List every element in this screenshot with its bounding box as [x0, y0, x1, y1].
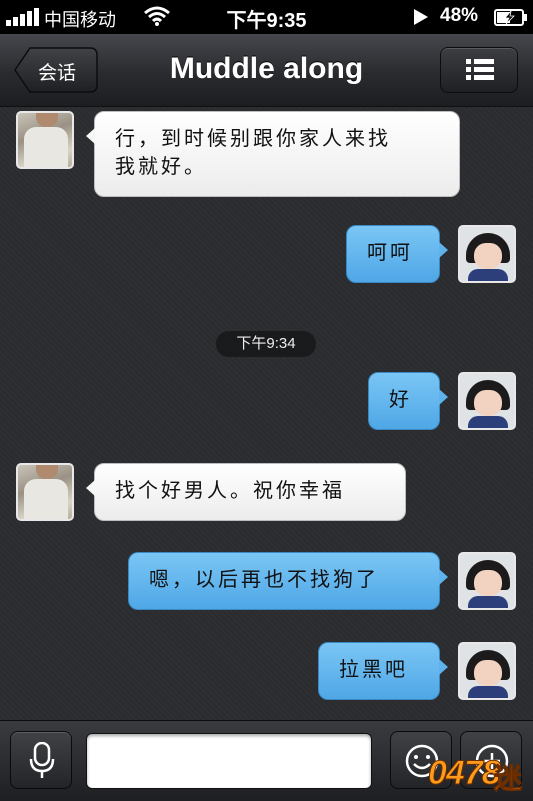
list-icon — [466, 59, 494, 80]
play-icon — [414, 9, 428, 25]
battery-percentage: 48% — [440, 5, 479, 26]
outgoing-message-bubble[interactable]: 好 — [368, 372, 448, 430]
my-avatar[interactable] — [458, 642, 516, 700]
chat-timestamp: 下午9:34 — [216, 331, 316, 357]
microphone-icon — [29, 742, 55, 778]
navigation-bar: 会话 Muddle along — [0, 34, 533, 107]
message-text: 拉黑吧 — [339, 657, 408, 681]
incoming-message-bubble[interactable]: 找个好男人。祝你幸福 — [86, 463, 406, 521]
message-text: 呵呵 — [367, 240, 413, 264]
message-text: 嗯，以后再也不找狗了 — [149, 567, 379, 591]
battery-charging-icon — [494, 9, 527, 26]
chat-message-list[interactable]: 行，到时候别跟你家人来找 我就好。 呵呵 下午9:34 好 找个好男人。祝你幸福… — [0, 107, 533, 720]
message-input[interactable] — [86, 733, 372, 789]
watermark-logo: 0478 — [428, 754, 502, 793]
my-avatar[interactable] — [458, 552, 516, 610]
status-bar: 中国移动 下午9:35 48% — [0, 0, 533, 34]
my-avatar[interactable] — [458, 372, 516, 430]
my-avatar[interactable] — [458, 225, 516, 283]
outgoing-message-bubble[interactable]: 拉黑吧 — [318, 642, 448, 700]
outgoing-message-bubble[interactable]: 嗯，以后再也不找狗了 — [128, 552, 448, 610]
watermark-logo-char: 迷 — [493, 762, 523, 796]
contact-avatar[interactable] — [16, 111, 74, 169]
contact-avatar[interactable] — [16, 463, 74, 521]
incoming-message-bubble[interactable]: 行，到时候别跟你家人来找 我就好。 — [86, 111, 460, 197]
outgoing-message-bubble[interactable]: 呵呵 — [346, 225, 448, 283]
chat-details-button[interactable] — [440, 47, 518, 93]
message-text: 好 — [389, 387, 412, 411]
voice-input-button[interactable] — [10, 731, 72, 789]
message-text: 找个好男人。祝你幸福 — [115, 478, 345, 502]
